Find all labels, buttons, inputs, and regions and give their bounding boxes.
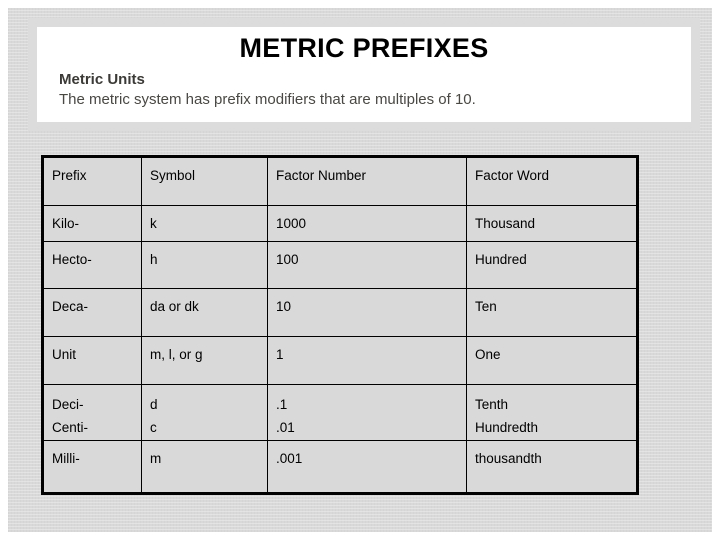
cell-factor-word: Hundred [466, 241, 638, 289]
cell-factor-word: Thousand [466, 205, 638, 242]
cell-prefix: Milli- [42, 440, 142, 494]
page-title: METRIC PREFIXES [239, 33, 489, 63]
column-header-factor-number: Factor Number [267, 156, 467, 206]
metric-prefix-table-container: Prefix Symbol Factor Number Factor Word … [41, 155, 639, 495]
cell-factor-word-line: Hundredth [475, 420, 539, 435]
cell-symbol: m [141, 440, 268, 494]
table-row: Unit m, l, or g 1 One [42, 336, 638, 385]
cell-symbol: d c [141, 384, 268, 441]
cell-symbol-line: d [150, 397, 158, 412]
table-row: Deca- da or dk 10 Ten [42, 288, 638, 337]
cell-prefix: Deca- [42, 288, 142, 337]
cell-prefix-line: Deci- [52, 397, 84, 412]
metric-prefix-table: Prefix Symbol Factor Number Factor Word … [41, 155, 639, 495]
section-description: The metric system has prefix modifiers t… [59, 91, 476, 108]
cell-symbol: h [141, 241, 268, 289]
section-subheading: Metric Units [59, 71, 145, 88]
cell-symbol: da or dk [141, 288, 268, 337]
cell-factor-number: 1 [267, 336, 467, 385]
cell-factor-number: 1000 [267, 205, 467, 242]
slide-header-inner: METRIC PREFIXES Metric Units The metric … [37, 27, 691, 122]
slide-canvas: METRIC PREFIXES Metric Units The metric … [8, 8, 712, 532]
column-header-factor-word: Factor Word [466, 156, 638, 206]
slide-header-frame: METRIC PREFIXES Metric Units The metric … [28, 18, 700, 131]
cell-factor-word: Ten [466, 288, 638, 337]
table-row: Kilo- k 1000 Thousand [42, 205, 638, 242]
cell-prefix: Hecto- [42, 241, 142, 289]
cell-factor-number-line: .1 [276, 397, 288, 412]
column-header-symbol: Symbol [141, 156, 268, 206]
table-row: Hecto- h 100 Hundred [42, 241, 638, 289]
cell-prefix: Kilo- [42, 205, 142, 242]
cell-factor-number: .001 [267, 440, 467, 494]
table-header-row: Prefix Symbol Factor Number Factor Word [42, 156, 638, 206]
cell-symbol: m, l, or g [141, 336, 268, 385]
cell-prefix: Unit [42, 336, 142, 385]
cell-prefix: Deci- Centi- [42, 384, 142, 441]
cell-prefix-line: Centi- [52, 420, 89, 435]
cell-factor-number: .1 .01 [267, 384, 467, 441]
cell-symbol: k [141, 205, 268, 242]
cell-symbol-line: c [150, 420, 157, 435]
cell-factor-word: One [466, 336, 638, 385]
cell-factor-word: thousandth [466, 440, 638, 494]
cell-factor-word: Tenth Hundredth [466, 384, 638, 441]
column-header-prefix: Prefix [42, 156, 142, 206]
cell-factor-number: 100 [267, 241, 467, 289]
table-row: Milli- m .001 thousandth [42, 440, 638, 494]
cell-factor-number-line: .01 [276, 420, 295, 435]
cell-factor-number: 10 [267, 288, 467, 337]
table-row: Deci- Centi- d c .1 .01 Tenth Hundredth [42, 384, 638, 441]
cell-factor-word-line: Tenth [475, 397, 509, 412]
